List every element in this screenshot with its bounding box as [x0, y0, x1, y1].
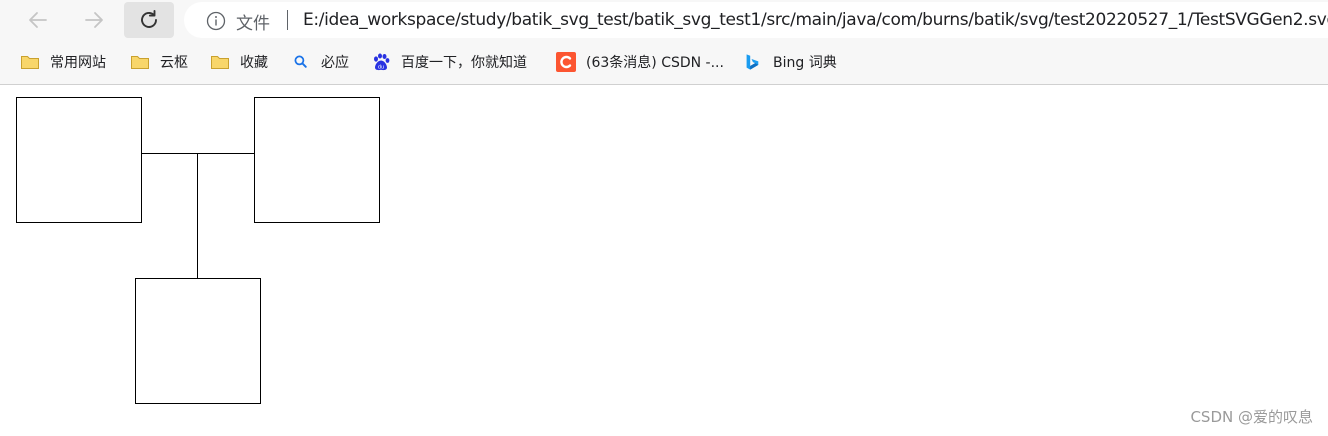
csdn-icon	[556, 52, 576, 72]
reload-icon	[141, 10, 157, 28]
bookmark-bing-词典[interactable]: Bing 词典	[743, 50, 837, 74]
folder-icon	[211, 56, 229, 69]
bookmark-必应[interactable]: 必应	[293, 50, 349, 74]
arrow-left-icon	[29, 12, 47, 28]
bookmark-folder-常用网站[interactable]: 常用网站	[20, 50, 106, 74]
bookmark-label: 常用网站	[50, 55, 106, 71]
bookmark-csdn[interactable]: (63条消息) CSDN -...	[556, 50, 724, 74]
browser-toolbar: 文件 E:/idea_workspace/study/batik_svg_tes…	[0, 0, 1328, 40]
info-icon[interactable]	[206, 11, 226, 31]
box-bottom	[135, 278, 261, 404]
reload-button[interactable]	[124, 2, 174, 38]
file-scheme-label: 文件	[236, 14, 270, 34]
folder-icon	[21, 56, 39, 69]
box-top-left	[16, 97, 142, 223]
bookmark-label: 必应	[321, 55, 349, 71]
baidu-paw-icon: du	[374, 53, 390, 71]
bookmark-label: 云枢	[160, 55, 188, 71]
search-icon	[294, 55, 307, 68]
bookmark-folder-云枢[interactable]: 云枢	[130, 50, 188, 74]
bookmark-百度[interactable]: du 百度一下，你就知道	[371, 50, 527, 74]
arrow-right-icon	[85, 12, 103, 28]
address-separator	[287, 10, 288, 30]
svg-text:du: du	[378, 65, 384, 71]
bookmark-label: (63条消息) CSDN -...	[586, 55, 724, 71]
rendered-svg-diagram	[16, 97, 380, 404]
folder-icon	[131, 56, 149, 69]
svg-document-viewport: CSDN @爱的叹息	[0, 85, 1328, 436]
url-input[interactable]: E:/idea_workspace/study/batik_svg_test/b…	[303, 10, 1328, 30]
box-top-right	[254, 97, 380, 223]
address-bar[interactable]: 文件 E:/idea_workspace/study/batik_svg_tes…	[184, 2, 1328, 38]
browser-chrome: 文件 E:/idea_workspace/study/batik_svg_tes…	[0, 0, 1328, 85]
back-button[interactable]	[20, 2, 56, 38]
bookmark-label: 百度一下，你就知道	[401, 55, 527, 71]
bing-icon	[746, 54, 759, 70]
bookmark-label: Bing 词典	[773, 55, 837, 71]
bookmarks-bar: 常用网站 云枢 收藏 必应 du 百度一下，你就知道 (63条消息) CSDN …	[0, 44, 1328, 80]
forward-button[interactable]	[76, 2, 112, 38]
bookmark-label: 收藏	[240, 55, 268, 71]
bookmark-folder-收藏[interactable]: 收藏	[210, 50, 268, 74]
watermark: CSDN @爱的叹息	[1190, 408, 1313, 426]
